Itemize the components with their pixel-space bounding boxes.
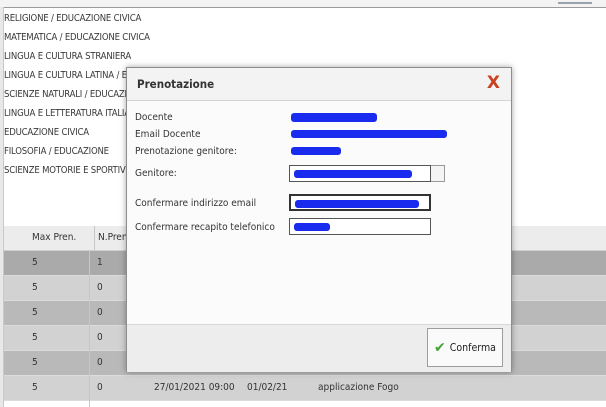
label-email-docente: Email Docente [135,129,201,140]
subject-item[interactable]: RELIGIONE / EDUCAZIONE CIVICA [4,9,204,28]
cell-place: applicazione Fogo [318,382,399,393]
redacted-email-value [291,130,447,138]
redacted-email-input [295,200,419,208]
cell-n: 0 [97,282,103,293]
cell-max: 5 [32,307,38,318]
dialog-body: Docente Email Docente Prenotazione genit… [127,101,511,324]
genitore-dropdown-button[interactable] [431,165,445,182]
cell-n: 0 [97,382,103,393]
cell-n: 1 [97,257,103,268]
label-confirm-phone: Confermare recapito telefonico [135,222,275,233]
cell-date: 27/01/2021 09:00 [154,382,235,393]
dialog-footer: ✔ Conferma [127,324,511,372]
cell-n: 0 [97,307,103,318]
booking-dialog: Prenotazione X Docente Email Docente Pre… [126,67,512,372]
label-genitore: Genitore: [135,168,177,179]
subject-item[interactable]: MATEMATICA / EDUCAZIONE CIVICA [4,28,204,47]
redacted-phone-input [294,223,330,231]
table-row[interactable]: 5 0 27/01/2021 09:00 01/02/21 applicazio… [4,376,606,401]
confirm-button[interactable]: ✔ Conferma [427,328,503,367]
redacted-prenotazione-value [291,147,341,155]
dialog-title: Prenotazione [137,77,215,91]
check-icon: ✔ [434,339,446,356]
confirm-email-field[interactable] [289,194,431,211]
redacted-docente-value [291,113,377,122]
top-bar-scrollbar [558,2,592,4]
cell-max: 5 [32,257,38,268]
label-docente: Docente [135,112,173,123]
genitore-select[interactable] [289,165,431,182]
label-prenotazione-genitore: Prenotazione genitore: [135,146,237,157]
dialog-titlebar: Prenotazione X [127,68,511,101]
cell-n: 0 [97,357,103,368]
window-top-bar [0,0,606,8]
confirm-button-label: Conferma [449,341,496,354]
cell-n: 0 [97,332,103,343]
header-max-pren[interactable]: Max Pren. [32,226,76,250]
cell-max: 5 [32,282,38,293]
header-n-pren[interactable]: N.Pren. [94,226,130,250]
cell-max: 5 [32,357,38,368]
close-icon[interactable]: X [487,73,500,93]
redacted-genitore-value [294,170,412,178]
cell-time: 01/02/21 [247,382,288,393]
table-column-divider [89,250,90,407]
subject-item[interactable]: LINGUA E CULTURA STRANIERA [4,47,204,66]
cell-max: 5 [32,382,38,393]
confirm-phone-field[interactable] [289,218,431,235]
cell-max: 5 [32,332,38,343]
label-confirm-email: Confermare indirizzo email [135,198,257,209]
